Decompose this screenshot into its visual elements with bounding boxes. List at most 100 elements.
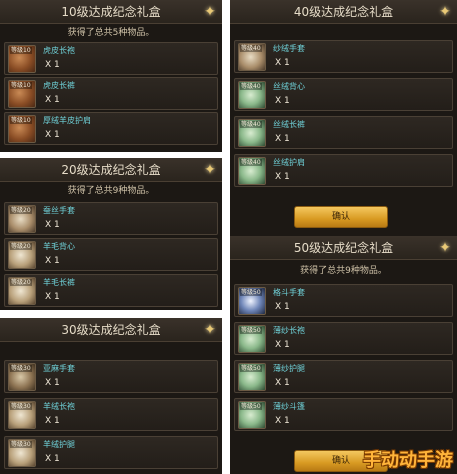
- item-level: 等级20: [10, 279, 32, 286]
- panel-title: 50级达成纪念礼盒: [230, 236, 457, 260]
- item-level: 等级40: [240, 159, 262, 166]
- vest-icon[interactable]: 等级20: [8, 241, 36, 269]
- list-item[interactable]: 等级50 薄纱长袍 X 1: [234, 322, 453, 355]
- panel-level-40-gift-box: 40级达成纪念礼盒 ✦ 等级40 纱绒手套 X 1 等级40 丝绒背心 X 1 …: [230, 0, 457, 236]
- item-level: 等级10: [10, 47, 32, 54]
- confirm-button[interactable]: 确认: [294, 206, 388, 228]
- item-name: 格斗手套: [273, 288, 305, 297]
- robe-icon[interactable]: 等级10: [8, 45, 36, 73]
- item-quantity: X 1: [275, 134, 290, 144]
- panel-level-30-gift-box: 30级达成纪念礼盒 ✦ 等级30 亚麻手套 X 1 等级30 羊绒长袍 X 1 …: [0, 318, 222, 474]
- item-quantity: X 1: [275, 416, 290, 426]
- item-name: 丝绒背心: [273, 82, 305, 91]
- item-name: 虎皮长裤: [43, 81, 75, 90]
- robe-icon[interactable]: 等级50: [238, 325, 266, 353]
- item-name: 薄纱护腿: [273, 364, 305, 373]
- list-item[interactable]: 等级50 薄纱斗篷 X 1: [234, 398, 453, 431]
- item-name: 丝绒护肩: [273, 158, 305, 167]
- item-level: 等级40: [240, 83, 262, 90]
- item-quantity: X 1: [45, 454, 60, 464]
- vest-icon[interactable]: 等级40: [238, 81, 266, 109]
- leg-guard-icon[interactable]: 等级50: [238, 363, 266, 391]
- pants-icon[interactable]: 等级40: [238, 119, 266, 147]
- panel-subtitle: 获得了总共9种物品。: [300, 266, 387, 276]
- gloves-icon[interactable]: 等级30: [8, 363, 36, 391]
- item-level: 等级20: [10, 243, 32, 250]
- item-level: 等级40: [240, 121, 262, 128]
- item-name: 薄纱斗篷: [273, 402, 305, 411]
- cloak-icon[interactable]: 等级50: [238, 401, 266, 429]
- star-icon: ✦: [439, 4, 451, 20]
- item-level: 等级30: [10, 365, 32, 372]
- list-item[interactable]: 等级30 羊绒长袍 X 1: [4, 398, 218, 431]
- item-quantity: X 1: [45, 378, 60, 388]
- panel-title: 20级达成纪念礼盒: [0, 158, 222, 182]
- item-name: 蚕丝手套: [43, 206, 75, 215]
- item-quantity: X 1: [275, 172, 290, 182]
- gloves-icon[interactable]: 等级50: [238, 287, 266, 315]
- panel-title: 40级达成纪念礼盒: [230, 0, 457, 24]
- item-quantity: X 1: [45, 95, 60, 105]
- star-icon: ✦: [204, 162, 216, 178]
- item-quantity: X 1: [45, 60, 60, 70]
- list-item[interactable]: 等级40 丝绒背心 X 1: [234, 78, 453, 111]
- shoulder-guard-icon[interactable]: 等级10: [8, 115, 36, 143]
- panel-subtitle: 获得了总共9种物品。: [67, 186, 155, 196]
- leg-guard-icon[interactable]: 等级30: [8, 439, 36, 467]
- panel-subtitle: 获得了总共5种物品。: [67, 28, 155, 38]
- panel-title: 30级达成纪念礼盒: [0, 318, 222, 342]
- list-item[interactable]: 等级50 格斗手套 X 1: [234, 284, 453, 317]
- item-name: 羊毛长裤: [43, 278, 75, 287]
- item-quantity: X 1: [45, 256, 60, 266]
- list-item[interactable]: 等级40 丝绒护肩 X 1: [234, 154, 453, 187]
- item-quantity: X 1: [275, 378, 290, 388]
- panel-level-50-gift-box: 50级达成纪念礼盒 ✦ 获得了总共9种物品。 等级50 格斗手套 X 1 等级5…: [230, 236, 457, 474]
- list-item[interactable]: 等级10 厚绒羊皮护肩 X 1: [4, 112, 218, 145]
- item-name: 羊绒护腿: [43, 440, 75, 449]
- item-quantity: X 1: [45, 220, 60, 230]
- item-quantity: X 1: [275, 302, 290, 312]
- item-level: 等级50: [240, 289, 262, 296]
- list-item[interactable]: 等级40 纱绒手套 X 1: [234, 40, 453, 73]
- item-level: 等级50: [240, 365, 262, 372]
- item-level: 等级30: [10, 403, 32, 410]
- panel-title: 10级达成纪念礼盒: [0, 0, 222, 24]
- item-level: 等级20: [10, 207, 32, 214]
- list-item[interactable]: 等级50 薄纱护腿 X 1: [234, 360, 453, 393]
- list-item[interactable]: 等级30 亚麻手套 X 1: [4, 360, 218, 393]
- item-level: 等级30: [10, 441, 32, 448]
- item-name: 亚麻手套: [43, 364, 75, 373]
- list-item[interactable]: 等级40 丝绒长裤 X 1: [234, 116, 453, 149]
- list-item[interactable]: 等级20 羊毛长裤 X 1: [4, 274, 218, 307]
- list-item[interactable]: 等级10 虎皮长裤 X 1: [4, 77, 218, 110]
- item-level: 等级40: [240, 45, 262, 52]
- shoulder-guard-icon[interactable]: 等级40: [238, 157, 266, 185]
- pants-icon[interactable]: 等级10: [8, 80, 36, 108]
- pants-icon[interactable]: 等级20: [8, 277, 36, 305]
- site-watermark: 手动动手游: [363, 450, 453, 471]
- item-quantity: X 1: [275, 58, 290, 68]
- star-icon: ✦: [204, 322, 216, 338]
- panel-level-10-gift-box: 10级达成纪念礼盒 ✦ 获得了总共5种物品。 等级10 虎皮长袍 X 1 等级1…: [0, 0, 222, 152]
- item-level: 等级10: [10, 82, 32, 89]
- item-name: 薄纱长袍: [273, 326, 305, 335]
- list-item[interactable]: 等级30 羊绒护腿 X 1: [4, 436, 218, 469]
- item-quantity: X 1: [275, 340, 290, 350]
- item-name: 厚绒羊皮护肩: [43, 116, 91, 125]
- list-item[interactable]: 等级20 羊毛背心 X 1: [4, 238, 218, 271]
- star-icon: ✦: [204, 4, 216, 20]
- star-icon: ✦: [439, 240, 451, 256]
- gloves-icon[interactable]: 等级20: [8, 205, 36, 233]
- gloves-icon[interactable]: 等级40: [238, 43, 266, 71]
- item-name: 丝绒长裤: [273, 120, 305, 129]
- list-item[interactable]: 等级10 虎皮长袍 X 1: [4, 42, 218, 75]
- item-name: 羊毛背心: [43, 242, 75, 251]
- item-name: 羊绒长袍: [43, 402, 75, 411]
- item-name: 虎皮长袍: [43, 46, 75, 55]
- list-item[interactable]: 等级20 蚕丝手套 X 1: [4, 202, 218, 235]
- item-level: 等级50: [240, 403, 262, 410]
- item-quantity: X 1: [45, 130, 60, 140]
- item-quantity: X 1: [275, 96, 290, 106]
- panel-level-20-gift-box: 20级达成纪念礼盒 ✦ 获得了总共9种物品。 等级20 蚕丝手套 X 1 等级2…: [0, 158, 222, 310]
- robe-icon[interactable]: 等级30: [8, 401, 36, 429]
